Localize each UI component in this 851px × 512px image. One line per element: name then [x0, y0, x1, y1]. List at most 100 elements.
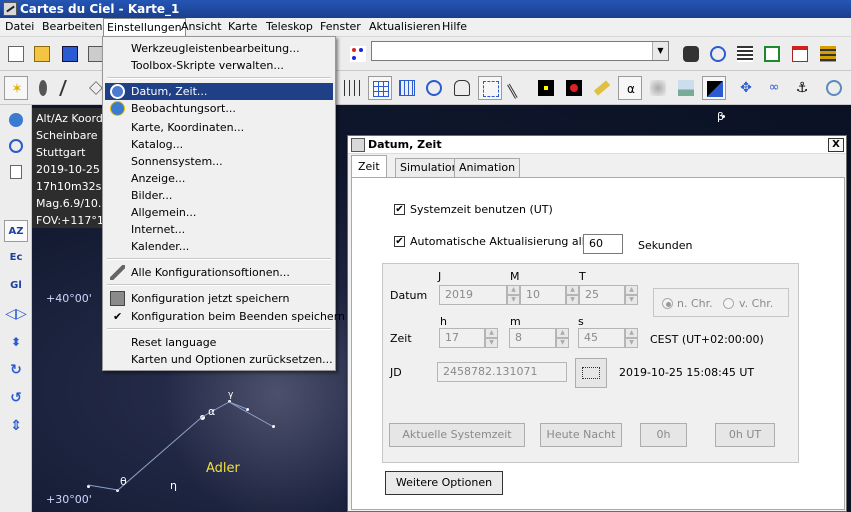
menu-teleskop[interactable]: Teleskop [263, 18, 316, 37]
auto-update-interval-input[interactable]: 60 [583, 234, 623, 254]
compass-button[interactable] [422, 76, 446, 100]
menu-item-catalog[interactable]: Katalog... [105, 136, 333, 153]
list-button[interactable] [733, 42, 757, 66]
system-time-checkbox[interactable]: ✔ [394, 204, 405, 215]
more-options-button[interactable]: Weitere Optionen [385, 471, 503, 495]
close-button[interactable]: X [828, 138, 844, 152]
night-mode-button[interactable] [702, 76, 726, 100]
minute-spinner[interactable]: ▲ ▼ [556, 328, 569, 348]
tab-zeit[interactable]: Zeit [351, 155, 387, 178]
menu-item-solar-system[interactable]: Sonnensystem... [105, 153, 333, 170]
stars-toggle-button[interactable]: ✶ [4, 76, 28, 100]
menu-datei[interactable]: Datei [2, 18, 37, 37]
star-icon: ✶ [11, 81, 23, 97]
vertical-arrows-button[interactable]: ⇕ [4, 415, 28, 437]
era-vchr-radio[interactable] [723, 298, 734, 309]
ruler-button[interactable] [590, 76, 614, 100]
current-system-time-button[interactable]: Aktuelle Systemzeit [389, 423, 525, 447]
menu-fenster[interactable]: Fenster [317, 18, 364, 37]
menu-item-display[interactable]: Anzeige... [105, 170, 333, 187]
year-spinner[interactable]: ▲ ▼ [507, 285, 520, 305]
open-button[interactable] [30, 42, 54, 66]
menu-aktualisieren[interactable]: Aktualisieren [366, 18, 444, 37]
save-button[interactable] [58, 42, 82, 66]
menu-item-save-on-exit[interactable]: ✔ Konfiguration beim Beenden speichern [105, 308, 345, 325]
nebula-toggle-button[interactable] [31, 76, 55, 100]
second-input[interactable]: 45 [578, 328, 625, 348]
menu-item-reset-language[interactable]: Reset language [105, 334, 333, 351]
menu-item-all-options[interactable]: Alle Konfigurationsoftionen... [105, 264, 333, 281]
minute-input[interactable]: 8 [509, 328, 556, 348]
link-button[interactable]: ∞ [762, 76, 786, 100]
menu-item-date-time[interactable]: Datum, Zeit... [105, 83, 333, 100]
frame-button[interactable] [478, 76, 502, 100]
rotate-cw-button[interactable]: ↻ [4, 359, 28, 381]
new-chart-button[interactable] [4, 42, 28, 66]
month-input[interactable]: 10 [520, 285, 566, 305]
menu-item-location[interactable]: Beobachtungsort... [105, 100, 333, 117]
menu-item-calendar[interactable]: Kalender... [105, 238, 333, 255]
toolbar-config-button[interactable] [816, 42, 840, 66]
hour-input[interactable]: 17 [439, 328, 485, 348]
tab-animation[interactable]: Animation [454, 158, 521, 177]
nebula-image-button[interactable] [646, 76, 670, 100]
menu-item-internet[interactable]: Internet... [105, 221, 333, 238]
edit-button[interactable] [4, 161, 28, 183]
binoculars-button[interactable] [679, 42, 703, 66]
flip-horizontal-button[interactable]: ◁▷ [4, 303, 28, 325]
horizon-button[interactable] [674, 76, 698, 100]
menu-bearbeiten[interactable]: Bearbeiten [39, 18, 105, 37]
flip-vertical-button[interactable]: ⬍ [4, 331, 28, 353]
catalog-mark-button[interactable] [346, 42, 370, 66]
window-button[interactable] [760, 42, 784, 66]
rotate-ccw-button[interactable]: ↺ [4, 387, 28, 409]
milky-way-button[interactable] [506, 76, 530, 100]
menu-hilfe[interactable]: Hilfe [439, 18, 470, 37]
menu-ansicht[interactable]: Ansicht [178, 18, 225, 37]
day-spinner[interactable]: ▲ ▼ [625, 285, 638, 305]
calendar-button[interactable] [788, 42, 812, 66]
planet-button[interactable] [562, 76, 586, 100]
second-spinner[interactable]: ▲ ▼ [625, 328, 638, 348]
menu-einstellungen[interactable]: Einstellungen [103, 18, 186, 37]
menu-item-chart-coords[interactable]: Karte, Koordinaten... [105, 119, 333, 136]
menu-item-images[interactable]: Bilder... [105, 187, 333, 204]
az-mode-button[interactable]: AZ [4, 220, 28, 242]
menu-item-save-config[interactable]: Konfiguration jetzt speichern [105, 290, 333, 307]
zero-hour-button[interactable]: 0h [640, 423, 687, 447]
clock-button[interactable] [4, 135, 28, 157]
jd-input[interactable]: 2458782.131071 [437, 362, 567, 382]
gl-mode-button[interactable]: Gl [4, 275, 28, 297]
grid-alt-button[interactable] [395, 76, 419, 100]
menu-item-toolbar-edit[interactable]: Werkzeugleistenbearbeitung... [105, 40, 333, 57]
era-nchr-radio[interactable] [662, 298, 673, 309]
alpha-button[interactable]: α [618, 76, 642, 100]
globe-button[interactable] [4, 109, 28, 131]
month-spinner[interactable]: ▲ ▼ [566, 285, 579, 305]
menu-item-reset-maps[interactable]: Karten und Optionen zurücksetzen... [105, 351, 333, 368]
menu-item-general[interactable]: Allgemein... [105, 204, 333, 221]
auto-update-checkbox[interactable]: ✔ [394, 236, 405, 247]
anchor-button[interactable]: ⚓ [790, 76, 814, 100]
ec-mode-button[interactable]: Ec [4, 247, 28, 269]
menu-karte[interactable]: Karte [225, 18, 260, 37]
chevron-down-icon[interactable]: ▼ [652, 42, 668, 60]
lines-toggle-button[interactable] [58, 76, 82, 100]
menu-item-toolbox-scripts[interactable]: Toolbox-Skripte verwalten... [105, 57, 333, 74]
person-button[interactable] [450, 76, 474, 100]
year-input[interactable]: 2019 [439, 285, 507, 305]
move-button[interactable]: ✥ [734, 76, 758, 100]
search-combo[interactable]: ▼ [371, 41, 669, 61]
spin-down-icon: ▼ [507, 295, 520, 305]
observer-button[interactable] [706, 42, 730, 66]
tonight-button[interactable]: Heute Nacht [540, 423, 622, 447]
grid-toggle-button[interactable] [340, 76, 364, 100]
asteroid-button[interactable] [534, 76, 558, 100]
orbit-button[interactable] [822, 76, 846, 100]
rotate-cw-icon: ↻ [10, 362, 22, 378]
grid-eq-button[interactable] [368, 76, 392, 100]
day-input[interactable]: 25 [579, 285, 625, 305]
jd-calc-button[interactable] [575, 358, 607, 388]
zero-hour-ut-button[interactable]: 0h UT [715, 423, 775, 447]
hour-spinner[interactable]: ▲ ▼ [485, 328, 498, 348]
